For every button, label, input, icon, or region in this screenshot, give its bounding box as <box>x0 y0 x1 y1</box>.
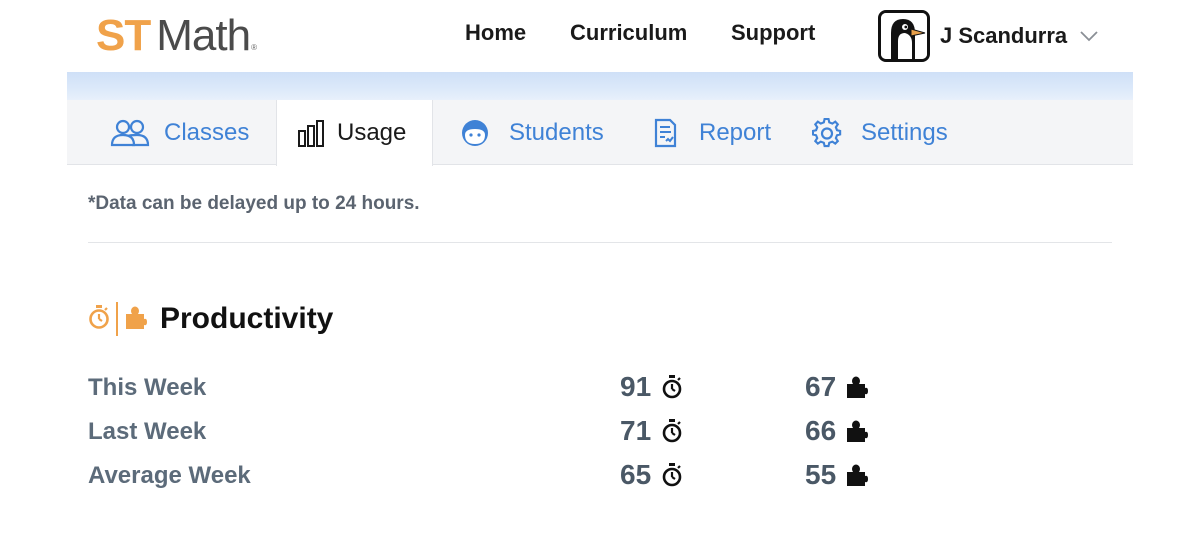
logo-math: Math <box>156 11 251 60</box>
productivity-icons <box>88 302 148 336</box>
section-divider <box>88 242 1112 243</box>
chevron-down-icon[interactable] <box>1079 26 1099 46</box>
tab-bar: Classes Usage Students Report Settings <box>67 100 1133 166</box>
tab-report[interactable]: Report <box>645 100 771 165</box>
puzzle-piece-icon <box>846 419 869 443</box>
minutes-last-week: 71 <box>620 415 683 447</box>
puzzles-average-week: 55 <box>805 459 869 491</box>
logo-st: ST <box>96 11 151 60</box>
minutes-average-week: 65 <box>620 459 683 491</box>
report-icon <box>645 118 685 148</box>
puzzle-piece-icon <box>846 463 869 487</box>
row-label-last-week: Last Week <box>88 418 207 445</box>
stopwatch-icon <box>661 419 683 443</box>
user-menu[interactable]: J Scandurra <box>878 10 1099 62</box>
puzzles-this-week: 67 <box>805 371 869 403</box>
puzzle-piece-icon <box>846 375 869 399</box>
productivity-header: Productivity <box>88 300 333 338</box>
data-delay-notice: *Data can be delayed up to 24 hours. <box>88 193 420 214</box>
icon-separator <box>116 302 118 336</box>
puzzle-piece-icon <box>124 304 148 335</box>
people-icon <box>110 118 150 148</box>
header-banner <box>67 72 1133 100</box>
stopwatch-icon <box>661 375 683 399</box>
nav-support[interactable]: Support <box>731 20 815 46</box>
stopwatch-icon <box>661 463 683 487</box>
puzzles-value: 67 <box>805 371 837 402</box>
tab-settings[interactable]: Settings <box>807 100 948 165</box>
tab-usage-label: Usage <box>337 119 407 146</box>
minutes-value: 91 <box>620 371 652 402</box>
gear-icon <box>807 117 847 148</box>
st-math-logo[interactable]: ST Math ® <box>96 11 257 60</box>
minutes-value: 65 <box>620 459 652 490</box>
minutes-value: 71 <box>620 415 652 446</box>
penguin-avatar-icon <box>878 10 930 62</box>
bar-chart-icon <box>297 118 325 148</box>
stopwatch-icon <box>88 304 110 335</box>
tab-usage[interactable]: Usage <box>276 100 433 166</box>
tab-classes[interactable]: Classes <box>110 100 249 165</box>
user-name: J Scandurra <box>940 23 1068 48</box>
row-label-this-week: This Week <box>88 374 207 401</box>
tab-report-label: Report <box>699 118 772 146</box>
nav-curriculum[interactable]: Curriculum <box>570 20 687 46</box>
tab-students[interactable]: Students <box>455 100 604 165</box>
nav-home[interactable]: Home <box>465 20 526 46</box>
tab-classes-label: Classes <box>164 118 250 146</box>
row-label-average-week: Average Week <box>88 462 251 489</box>
productivity-title: Productivity <box>160 302 334 335</box>
tab-settings-label: Settings <box>861 118 948 146</box>
puzzles-value: 55 <box>805 459 837 490</box>
minutes-this-week: 91 <box>620 371 683 403</box>
tab-students-label: Students <box>509 118 604 146</box>
puzzles-value: 66 <box>805 415 837 446</box>
logo-registered: ® <box>251 43 257 52</box>
top-header: ST Math ® Home Curriculum Support J Scan… <box>0 0 1200 72</box>
puzzles-last-week: 66 <box>805 415 869 447</box>
student-face-icon <box>455 118 495 148</box>
